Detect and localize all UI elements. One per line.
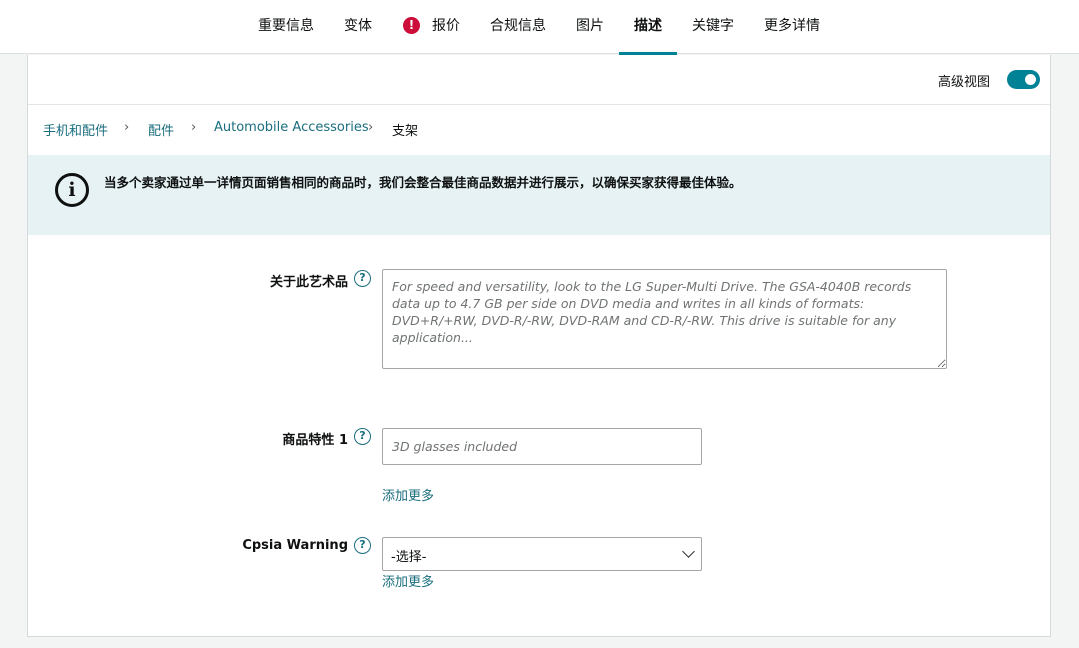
advanced-view-toggle[interactable] xyxy=(1007,70,1040,89)
tab-description[interactable]: 描述 xyxy=(619,0,677,55)
chevron-down-icon xyxy=(682,545,695,558)
help-icon[interactable]: ? xyxy=(354,270,371,287)
banner-message: 当多个卖家通过单一详情页面销售相同的商品时，我们会整合最佳商品数据并进行展示，以… xyxy=(104,175,742,190)
breadcrumb-item-accessories[interactable]: 配件 xyxy=(148,120,174,139)
cpsia-warning-label: Cpsia Warning xyxy=(242,538,348,553)
help-icon[interactable]: ? xyxy=(354,537,371,554)
header-divider xyxy=(28,104,1050,105)
about-description-input[interactable] xyxy=(382,269,947,369)
chevron-right-icon: › xyxy=(124,120,130,135)
tab-more-details[interactable]: 更多详情 xyxy=(763,0,821,54)
breadcrumb-item-current: 支架 xyxy=(392,124,419,139)
tab-keywords[interactable]: 关键字 xyxy=(691,0,735,54)
tab-images[interactable]: 图片 xyxy=(575,0,605,54)
advanced-view-label: 高级视图 xyxy=(937,75,990,90)
tab-compliance[interactable]: 合规信息 xyxy=(489,0,547,54)
toggle-knob xyxy=(1025,74,1036,85)
description-card: 高级视图 手机和配件 › 配件 › Automobile Accessories… xyxy=(27,55,1051,637)
cpsia-warning-select[interactable]: -选择- xyxy=(382,537,702,571)
tab-variations[interactable]: 变体 xyxy=(343,0,373,54)
tab-important-info[interactable]: 重要信息 xyxy=(257,0,315,54)
chevron-right-icon: › xyxy=(368,120,374,135)
chevron-right-icon: › xyxy=(191,120,197,135)
alert-icon: ! xyxy=(403,17,420,34)
feature-add-more-link[interactable]: 添加更多 xyxy=(382,485,434,504)
feature-1-label: 商品特性 1 xyxy=(282,433,348,448)
info-icon: i xyxy=(55,173,89,207)
tab-offer[interactable]: 报价 xyxy=(431,0,461,54)
select-value: -选择- xyxy=(391,550,427,565)
help-icon[interactable]: ? xyxy=(354,428,371,445)
info-banner: i 当多个卖家通过单一详情页面销售相同的商品时，我们会整合最佳商品数据并进行展示… xyxy=(28,155,1050,235)
breadcrumb-item-automobile-accessories[interactable]: Automobile Accessories xyxy=(214,120,369,135)
tab-bar: 重要信息 变体 ! 报价 合规信息 图片 描述 关键字 更多详情 xyxy=(0,0,1079,55)
breadcrumb-item-phones[interactable]: 手机和配件 xyxy=(43,120,108,139)
cpsia-add-more-link[interactable]: 添加更多 xyxy=(382,571,434,590)
about-field-label: 关于此艺术品 xyxy=(269,275,348,290)
feature-1-input[interactable] xyxy=(382,428,702,465)
